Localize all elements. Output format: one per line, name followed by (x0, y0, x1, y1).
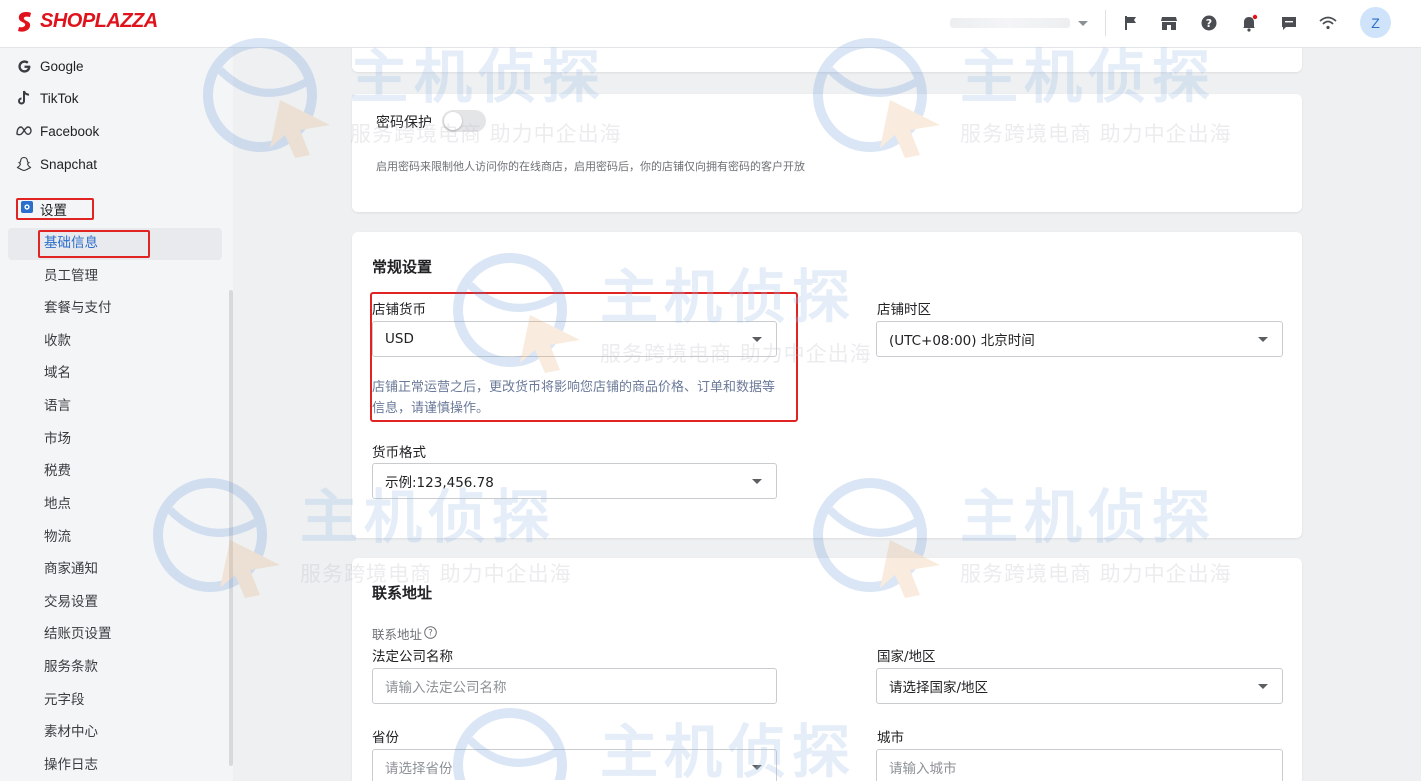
chevron-down-icon (1078, 20, 1088, 26)
sidebar-item-snapchat[interactable]: Snapchat (16, 153, 97, 175)
meta-icon (16, 123, 32, 139)
previous-card (352, 48, 1302, 72)
country-select[interactable]: 请选择国家/地区 (876, 668, 1283, 704)
wifi-icon[interactable] (1317, 12, 1339, 34)
store-icon[interactable] (1158, 12, 1180, 34)
sidebar-subitem-markets[interactable]: 市场 (44, 429, 71, 449)
shoplazza-logo[interactable]: SHOPLAZZA (16, 10, 158, 33)
sidebar-subitem-taxes[interactable]: 税费 (44, 461, 71, 481)
password-card: 密码保护 启用密码来限制他人访问你的在线商店，启用密码后，你的店铺仅向拥有密码的… (352, 94, 1302, 212)
province-placeholder: 请选择省份 (385, 761, 453, 777)
sidebar-subitem-locations[interactable]: 地点 (44, 494, 71, 514)
timezone-label: 店铺时区 (877, 302, 931, 318)
chevron-down-icon (1258, 684, 1268, 689)
sidebar-subitem-shipping[interactable]: 物流 (44, 527, 71, 547)
sidebar-subitem-transactions[interactable]: 交易设置 (44, 592, 98, 612)
sidebar-item-label: TikTok (40, 90, 79, 106)
sidebar-subitem-languages[interactable]: 语言 (44, 396, 71, 416)
sidebar-subitem-notifications[interactable]: 商家通知 (44, 559, 98, 579)
contact-address-subtitle: 联系地址 ? (372, 624, 437, 643)
top-bar: SHOPLAZZA ? Z (0, 0, 1421, 48)
flag-icon[interactable] (1120, 12, 1142, 34)
highlight-box-currency (370, 292, 798, 422)
header-divider (1105, 10, 1106, 36)
toggle-knob (444, 112, 462, 130)
sidebar-subitem-files[interactable]: 素材中心 (44, 722, 98, 742)
timezone-select[interactable]: (UTC+08:00) 北京时间 (876, 321, 1283, 357)
chevron-down-icon (752, 479, 762, 484)
svg-text:?: ? (428, 628, 433, 638)
currency-format-label: 货币格式 (372, 445, 426, 461)
password-description: 启用密码来限制他人访问你的在线商店，启用密码后，你的店铺仅向拥有密码的客户开放 (376, 160, 805, 173)
sidebar-item-facebook[interactable]: Facebook (16, 120, 99, 142)
sidebar-subitem-staff[interactable]: 员工管理 (44, 266, 98, 286)
timezone-value: (UTC+08:00) 北京时间 (889, 333, 1035, 349)
sidebar-item-tiktok[interactable]: TikTok (16, 87, 79, 109)
sidebar-subitem-terms[interactable]: 服务条款 (44, 657, 98, 677)
province-select[interactable]: 请选择省份 (372, 749, 777, 781)
general-settings-card: 常规设置 店铺货币 USD 店铺正常运营之后，更改货币将影响您店铺的商品价格、订… (352, 232, 1302, 538)
contact-address-card: 联系地址 联系地址 ? 法定公司名称 请输入法定公司名称 国家/地区 请选择国家… (352, 558, 1302, 781)
password-title: 密码保护 (376, 115, 432, 131)
sidebar-subitem-basic-info[interactable]: 基础信息 (44, 233, 98, 253)
sidebar-item-label: 设置 (40, 203, 67, 219)
sidebar-item-label: Google (40, 58, 84, 74)
bell-icon[interactable] (1238, 12, 1260, 34)
avatar[interactable]: Z (1360, 7, 1391, 38)
contact-address-title: 联系地址 (372, 584, 433, 602)
help-circle-icon[interactable]: ? (424, 625, 437, 642)
currency-format-select[interactable]: 示例:123,456.78 (372, 463, 777, 499)
currency-format-value: 示例:123,456.78 (385, 475, 494, 491)
company-name-input[interactable]: 请输入法定公司名称 (372, 668, 777, 704)
gear-icon (20, 200, 34, 218)
general-settings-title: 常规设置 (372, 258, 433, 276)
chevron-down-icon (1258, 337, 1268, 342)
sidebar-subitem-metafields[interactable]: 元字段 (44, 690, 85, 710)
logo-text: SHOPLAZZA (40, 10, 158, 32)
sidebar-item-settings[interactable]: 设置 (16, 198, 94, 220)
sidebar-item-label: Snapchat (40, 156, 98, 172)
sidebar-subitem-checkout[interactable]: 结账页设置 (44, 624, 112, 644)
tiktok-icon (16, 90, 32, 106)
country-label: 国家/地区 (877, 649, 936, 665)
province-label: 省份 (372, 730, 399, 746)
logo-mark-icon (18, 11, 31, 32)
sidebar-item-label: Facebook (40, 123, 100, 139)
contact-address-subtitle-text: 联系地址 (372, 627, 423, 642)
sidebar-item-google[interactable]: Google (16, 55, 84, 77)
sidebar-subitem-domains[interactable]: 域名 (44, 363, 71, 383)
city-input[interactable]: 请输入城市 (876, 749, 1283, 781)
password-toggle[interactable] (442, 110, 486, 132)
svg-text:?: ? (1206, 17, 1212, 30)
sidebar-subitem-plan-billing[interactable]: 套餐与支付 (44, 298, 112, 318)
store-switcher[interactable] (950, 12, 1095, 34)
sidebar: Google TikTok Facebook Snapchat 设置 基础信息 … (0, 48, 233, 781)
city-label: 城市 (877, 730, 904, 746)
city-placeholder: 请输入城市 (889, 761, 957, 777)
google-icon (16, 58, 32, 74)
company-name-label: 法定公司名称 (372, 649, 453, 665)
chevron-down-icon (752, 765, 762, 770)
chat-icon[interactable] (1278, 12, 1300, 34)
country-value: 请选择国家/地区 (889, 680, 989, 696)
sidebar-subitem-activity-log[interactable]: 操作日志 (44, 755, 98, 775)
snapchat-icon (16, 156, 32, 172)
main-content: 密码保护 启用密码来限制他人访问你的在线商店，启用密码后，你的店铺仅向拥有密码的… (233, 48, 1421, 781)
help-icon[interactable]: ? (1198, 12, 1220, 34)
company-name-placeholder: 请输入法定公司名称 (385, 680, 507, 696)
store-name-blurred (950, 18, 1070, 28)
sidebar-subitem-payments[interactable]: 收款 (44, 331, 71, 351)
